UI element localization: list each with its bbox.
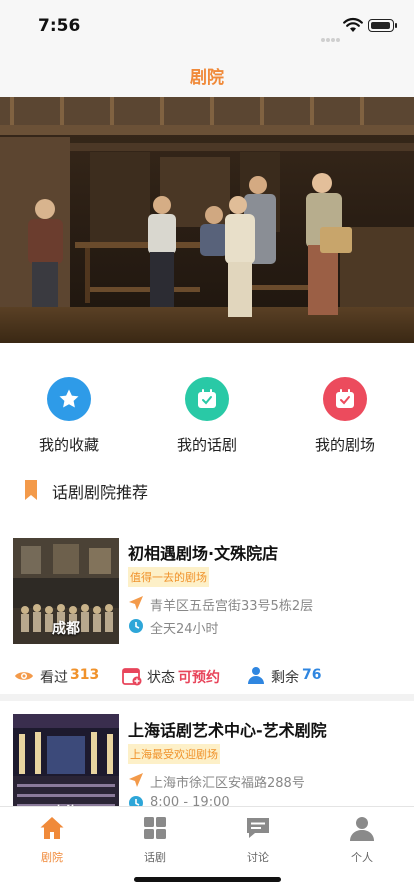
status-label: 状态 [147, 670, 175, 686]
app-screen: 7:56 剧院 我的收藏 我的话剧 我的剧场 话剧剧院推荐 成都 初相遇剧场·文… [0, 0, 414, 896]
eye-icon [15, 672, 33, 680]
theater-card[interactable]: 上海 上海话剧艺术中心-艺术剧院 上海最受欢迎剧场 上海市徐汇区安福路288号 … [0, 694, 414, 820]
wifi-icon [343, 17, 363, 32]
tab-bar: 剧院 话剧 讨论 个人 [0, 806, 414, 896]
theater-thumbnail: 上海 [13, 714, 119, 820]
theater-hours: 全天24小时 [150, 622, 219, 637]
tab-theater[interactable]: 剧院 [17, 815, 87, 865]
home-icon [40, 817, 64, 839]
my-favorites-button[interactable]: 我的收藏 [9, 377, 129, 455]
theater-tag: 值得一去的剧场 [128, 567, 209, 587]
status-value: 可预约 [178, 670, 220, 686]
theater-name: 上海话剧艺术中心-艺术剧院 [128, 721, 327, 740]
my-plays-button[interactable]: 我的话剧 [147, 377, 267, 455]
person-icon [248, 667, 264, 684]
my-favorites-label: 我的收藏 [38, 436, 99, 454]
theater-address: 上海市徐汇区安福路288号 [150, 776, 305, 791]
my-theaters-button[interactable]: 我的剧场 [285, 377, 405, 455]
tab-label: 讨论 [247, 851, 269, 864]
location-arrow-icon [129, 596, 143, 610]
status-stat: 状态 可预约 [122, 666, 232, 686]
theater-thumbnail: 成都 [13, 538, 119, 644]
tab-label: 个人 [351, 851, 373, 864]
tab-discussion[interactable]: 讨论 [223, 815, 293, 865]
remain-stat: 剩余 76 [247, 666, 337, 686]
battery-icon [368, 19, 397, 32]
recommend-label: 话剧剧院推荐 [52, 483, 149, 502]
location-arrow-icon [129, 773, 143, 787]
home-indicator [134, 877, 281, 882]
tab-label: 剧院 [41, 851, 63, 864]
tab-label: 话剧 [144, 851, 166, 864]
my-theaters-label: 我的剧场 [314, 436, 375, 454]
banner-image[interactable] [0, 97, 414, 343]
person-icon [350, 817, 374, 841]
calendar-check-icon [323, 377, 367, 421]
seen-label: 看过 [40, 670, 68, 686]
remain-label: 剩余 [271, 670, 299, 686]
grid-icon [144, 817, 166, 839]
my-plays-label: 我的话剧 [176, 436, 237, 454]
theater-name: 初相遇剧场·文殊院店 [128, 544, 279, 563]
calendar-add-icon [122, 668, 142, 686]
seen-stat: 看过 313 [14, 666, 104, 686]
theater-stats: 看过 313 状态 可预约 剩余 76 [0, 658, 414, 694]
page-title: 剧院 [190, 68, 224, 88]
status-time: 7:56 [38, 16, 81, 36]
stage-photo [0, 97, 414, 343]
remain-count: 76 [302, 667, 322, 683]
tab-profile[interactable]: 个人 [327, 815, 397, 865]
nav-bar: 剧院 [0, 50, 414, 97]
bookmark-icon [25, 480, 37, 500]
clock-icon [129, 619, 143, 633]
signal-icon [321, 27, 343, 42]
theater-address: 青羊区五岳宫街33号5栋2层 [150, 599, 314, 614]
tab-plays[interactable]: 话剧 [120, 815, 190, 865]
star-icon [47, 377, 91, 421]
status-bar: 7:56 [0, 0, 414, 50]
theater-card[interactable]: 成都 初相遇剧场·文殊院店 值得一去的剧场 青羊区五岳宫街33号5栋2层 全天2… [0, 518, 414, 694]
chat-icon [247, 818, 269, 838]
seen-count: 313 [70, 667, 100, 683]
theater-tag: 上海最受欢迎剧场 [128, 744, 220, 764]
calendar-check-icon [185, 377, 229, 421]
quick-actions: 我的收藏 我的话剧 我的剧场 话剧剧院推荐 [0, 343, 414, 518]
theater-city: 成都 [52, 621, 80, 637]
